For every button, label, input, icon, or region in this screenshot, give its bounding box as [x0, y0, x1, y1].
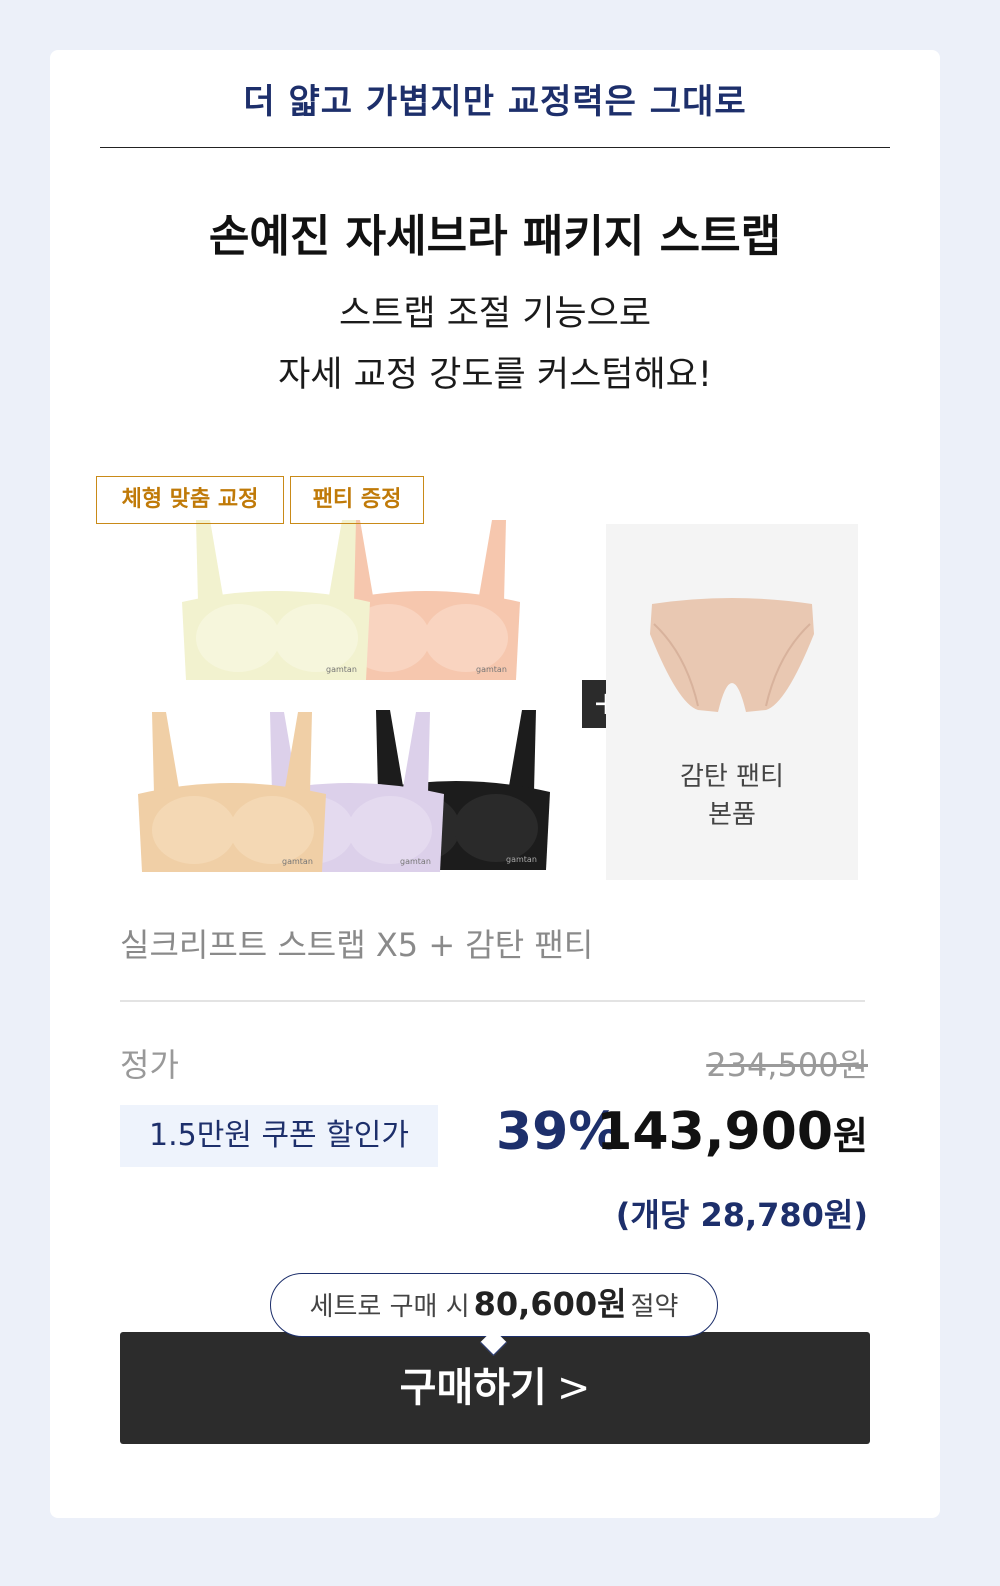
brand-label: gamtan [476, 665, 507, 674]
savings-suffix: 절약 [630, 1292, 679, 1322]
sale-price: 143,900원 [596, 1102, 868, 1162]
buy-button-label: 구매하기 [399, 1365, 547, 1411]
savings-prefix: 세트로 구매 시 [309, 1292, 470, 1322]
bonus-item-name: 감탄 팬티 [680, 762, 784, 792]
chevron-right-icon: > [556, 1365, 591, 1411]
divider [100, 147, 890, 148]
brand-label: gamtan [506, 855, 537, 864]
brand-label: gamtan [326, 665, 357, 674]
product-image-bras[interactable]: gamtan gamtan gamtan gamtan gamtan [130, 510, 560, 950]
product-subtitle-line2: 자세 교정 강도를 커스텀해요! [278, 355, 712, 395]
panty-image [650, 598, 814, 712]
brand-label: gamtan [400, 857, 431, 866]
tag-panty-gift: 팬티 증정 [290, 476, 424, 524]
currency-unit: 원 [833, 1114, 868, 1158]
bonus-item-type: 본품 [708, 800, 756, 830]
tag-body-correction: 체형 맞춤 교정 [96, 476, 284, 524]
coupon-price-label: 1.5만원 쿠폰 할인가 [120, 1105, 438, 1167]
bra-yellow: gamtan [182, 520, 370, 680]
regular-price: 234,500원 [706, 1046, 868, 1084]
divider [120, 1000, 865, 1002]
product-title: 손예진 자세브라 패키지 스트랩 [208, 211, 782, 262]
savings-amount: 80,600원 [473, 1285, 627, 1323]
brand-label: gamtan [282, 857, 313, 866]
product-card: 더 얇고 가볍지만 교정력은 그대로 손예진 자세브라 패키지 스트랩 스트랩 … [50, 50, 940, 1518]
bonus-item-card[interactable]: 감탄 팬티 본품 [606, 524, 858, 880]
bra-beige: gamtan [138, 712, 326, 872]
product-name: 실크리프트 스트랩 X5 + 감탄 팬티 [120, 926, 594, 964]
regular-price-label: 정가 [120, 1046, 179, 1084]
product-subtitle-line1: 스트랩 조절 기능으로 [338, 294, 652, 334]
tagline: 더 얇고 가볍지만 교정력은 그대로 [243, 82, 747, 122]
savings-tooltip: 세트로 구매 시 80,600원 절약 [270, 1273, 718, 1337]
sale-price-value: 143,900 [596, 1102, 834, 1162]
unit-price: (개당 28,780원) [615, 1196, 868, 1234]
